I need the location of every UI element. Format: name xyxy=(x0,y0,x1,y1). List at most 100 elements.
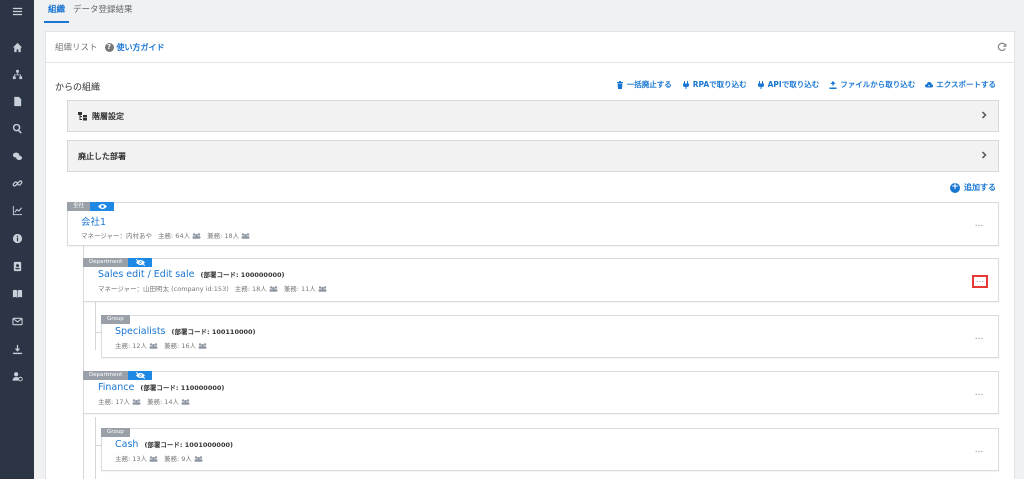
cloud-download-icon xyxy=(925,81,934,87)
people-icon xyxy=(318,286,327,292)
people-icon xyxy=(269,286,278,292)
import-rpa-button[interactable]: RPAで取り込む xyxy=(682,79,747,90)
top-tabs: 組織 データ登録結果 xyxy=(44,0,137,23)
primary-count: 主務: 64人 xyxy=(158,230,201,240)
concurrent-count: 兼務: 14人 xyxy=(147,396,190,406)
plug-icon xyxy=(682,80,689,89)
level-badge: Department xyxy=(83,371,129,380)
hierarchy-settings-label: 階層設定 xyxy=(92,111,124,121)
more-options-button[interactable]: ... xyxy=(973,333,985,342)
manager-text: マネージャー：山田明太 (company id:153) xyxy=(98,285,229,293)
eye-off-icon[interactable] xyxy=(128,371,153,380)
chevron-right-icon xyxy=(980,111,988,119)
user-settings-icon[interactable] xyxy=(0,368,34,384)
import-api-label: APIで取り込む xyxy=(767,80,820,89)
import-file-label: ファイルから取り込む xyxy=(840,80,916,89)
more-options-button[interactable]: ... xyxy=(973,389,985,398)
panel-header: 組織リスト ? 使い方ガイド xyxy=(46,32,1014,63)
refresh-icon[interactable] xyxy=(997,42,1007,52)
concurrent-count: 兼務: 18人 xyxy=(207,230,250,240)
org-meta: 主務: 12人 兼務: 16人 xyxy=(115,340,207,350)
primary-count: 主務: 13人 xyxy=(115,453,158,463)
export-button[interactable]: エクスポートする xyxy=(925,79,996,90)
import-file-button[interactable]: ファイルから取り込む xyxy=(829,79,915,90)
org-name[interactable]: Finance xyxy=(98,382,134,393)
action-bar: 一括廃止する RPAで取り込む APIで取り込む ファイルから取り込む エクスポ… xyxy=(616,79,996,90)
concurrent-count: 兼務: 16人 xyxy=(164,340,207,350)
more-options-button[interactable]: ... xyxy=(973,446,985,455)
tab-data-registration-results[interactable]: データ登録結果 xyxy=(69,0,137,21)
info-icon[interactable] xyxy=(0,230,34,246)
book-icon[interactable] xyxy=(0,285,34,301)
search-icon[interactable] xyxy=(0,120,34,136)
people-icon xyxy=(149,456,158,462)
level-badge: Group xyxy=(101,428,130,437)
level-badge: 全社 xyxy=(67,202,91,211)
mail-icon[interactable] xyxy=(0,313,34,329)
org-name-line: Cash (部署コード: 1001000000) xyxy=(115,439,233,450)
primary-count: 主務: 17人 xyxy=(98,396,141,406)
import-api-button[interactable]: APIで取り込む xyxy=(757,79,820,90)
contact-card-icon[interactable] xyxy=(0,258,34,274)
add-button[interactable]: + 追加する xyxy=(950,182,996,193)
people-icon xyxy=(149,343,158,349)
document-icon[interactable] xyxy=(0,93,34,109)
hierarchy-settings-collapse[interactable]: 階層設定 xyxy=(67,100,999,132)
card-badges: Department xyxy=(83,258,153,267)
chart-icon[interactable] xyxy=(0,202,34,218)
more-options-button[interactable]: ... xyxy=(972,275,988,288)
eye-icon[interactable] xyxy=(90,202,115,211)
department-code: (部署コード: 110000000) xyxy=(140,384,225,392)
bulk-abolish-label: 一括廃止する xyxy=(626,80,672,89)
org-name[interactable]: Specialists xyxy=(115,326,166,337)
manager-text: マネージャー：内村あや xyxy=(81,232,153,240)
download-icon[interactable] xyxy=(0,341,34,357)
org-list-panel: 組織リスト ? 使い方ガイド からの組織 一括廃止する RPAで取り込む API… xyxy=(45,31,1015,479)
export-label: エクスポートする xyxy=(936,80,996,89)
help-guide-link[interactable]: ? 使い方ガイド xyxy=(104,42,165,53)
tree-line xyxy=(95,417,96,479)
org-card-department[interactable]: Department Sales edit / Edit sale (部署コード:… xyxy=(83,258,999,302)
abolished-departments-collapse[interactable]: 廃止した部署 xyxy=(67,140,999,172)
org-name-line: Specialists (部署コード: 100110000) xyxy=(115,326,256,337)
import-rpa-label: RPAで取り込む xyxy=(692,80,747,89)
department-code: (部署コード: 100000000) xyxy=(200,271,285,279)
org-card-group[interactable]: Group Specialists (部署コード: 100110000) 主務: … xyxy=(101,315,999,358)
org-chart-icon[interactable] xyxy=(0,66,34,82)
level-badge: Group xyxy=(101,315,130,324)
home-icon[interactable] xyxy=(0,39,34,55)
org-name[interactable]: Cash xyxy=(115,439,138,450)
org-meta: 主務: 17人 兼務: 14人 xyxy=(98,396,190,406)
org-card-group[interactable]: Group Cash (部署コード: 1001000000) 主務: 13人 兼務… xyxy=(101,428,999,471)
level-badge: Department xyxy=(83,258,129,267)
panel-title: 組織リスト xyxy=(55,43,98,53)
card-badges: Department xyxy=(83,371,153,380)
tree-line xyxy=(95,302,96,350)
hierarchy-icon xyxy=(78,111,87,120)
more-options-button[interactable]: ... xyxy=(973,220,985,229)
plus-circle-icon: + xyxy=(950,182,960,193)
people-icon xyxy=(241,233,250,239)
department-code: (部署コード: 1001000000) xyxy=(144,441,233,449)
org-card-company[interactable]: 全社 会社1 マネージャー：内村あや 主務: 64人 兼務: 18人 ... xyxy=(67,202,999,246)
bulk-abolish-button[interactable]: 一括廃止する xyxy=(616,79,672,90)
section-title: からの組織 xyxy=(55,83,101,93)
chat-icon[interactable] xyxy=(0,148,34,164)
people-icon xyxy=(198,343,207,349)
org-card-department[interactable]: Department Finance (部署コード: 110000000) 主務:… xyxy=(83,371,999,414)
org-name-line: Sales edit / Edit sale (部署コード: 100000000) xyxy=(98,269,284,280)
tab-organization[interactable]: 組織 xyxy=(44,0,70,23)
card-badges: Group xyxy=(101,315,130,324)
org-meta: マネージャー：山田明太 (company id:153) 主務: 18人 兼務:… xyxy=(98,283,327,293)
org-meta: マネージャー：内村あや 主務: 64人 兼務: 18人 xyxy=(81,230,250,240)
add-label: 追加する xyxy=(964,183,996,192)
org-name-line: Finance (部署コード: 110000000) xyxy=(98,382,224,393)
link-icon[interactable] xyxy=(0,175,34,191)
primary-count: 主務: 18人 xyxy=(235,283,278,293)
department-code: (部署コード: 100110000) xyxy=(171,328,256,336)
eye-off-icon[interactable] xyxy=(128,258,153,267)
org-name[interactable]: 会社1 xyxy=(81,214,106,228)
menu-icon[interactable] xyxy=(0,3,34,19)
org-meta: 主務: 13人 兼務: 9人 xyxy=(115,453,203,463)
org-name[interactable]: Sales edit / Edit sale xyxy=(98,269,194,280)
